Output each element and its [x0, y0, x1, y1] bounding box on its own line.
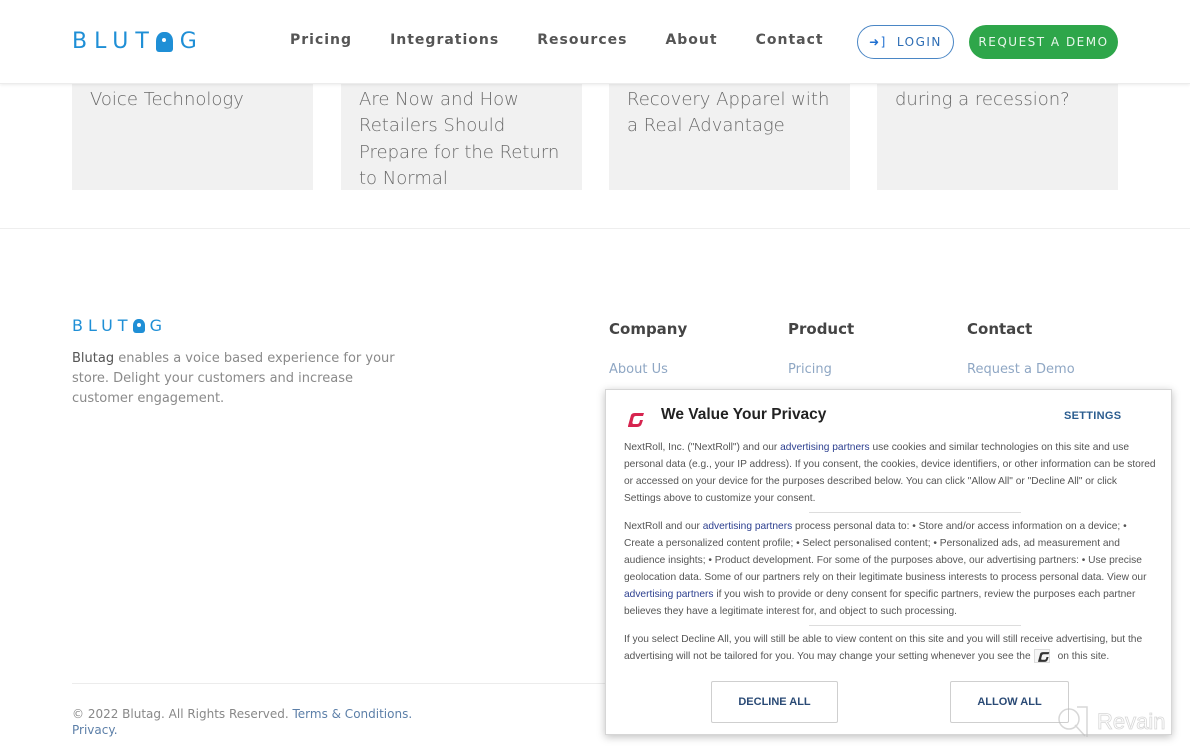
allow-all-button[interactable]: ALLOW ALL — [950, 681, 1069, 723]
separator — [809, 625, 1021, 626]
column-heading: Contact — [967, 320, 1033, 338]
footer-logo[interactable]: BLUT G — [72, 316, 167, 335]
footer-column-company: Company About Us — [609, 320, 687, 377]
copyright: © 2022 Blutag. All Rights Reserved. Term… — [72, 707, 413, 737]
consent-paragraph: NextRoll and our advertising partners pr… — [624, 521, 1147, 617]
footer-about: Blutag enables a voice based experience … — [72, 351, 395, 406]
revain-logo-icon — [1058, 706, 1088, 737]
nav-integrations[interactable]: Integrations — [390, 32, 499, 48]
column-heading: Product — [788, 320, 855, 338]
privacy-consent-dialog: We Value Your Privacy SETTINGS NextRoll,… — [605, 389, 1172, 735]
advertising-partners-link[interactable]: advertising partners — [703, 521, 792, 532]
nav-contact[interactable]: Contact — [756, 32, 824, 48]
tag-icon — [132, 318, 145, 333]
logo[interactable]: BLUT G — [72, 29, 204, 54]
consent-paragraph: NextRoll, Inc. ("NextRoll") and our adve… — [624, 442, 1156, 504]
advertising-partners-link[interactable]: advertising partners — [624, 589, 713, 600]
sign-in-icon: ➜] — [869, 35, 887, 49]
tag-icon — [155, 31, 173, 52]
separator — [809, 512, 1021, 513]
about-brand: Blutag — [72, 351, 115, 366]
link-request-demo[interactable]: Request a Demo — [967, 362, 1075, 377]
settings-link[interactable]: SETTINGS — [1064, 410, 1121, 422]
nav-resources[interactable]: Resources — [537, 32, 627, 48]
decline-all-button[interactable]: DECLINE ALL — [711, 681, 838, 723]
nextroll-logo-icon — [628, 413, 644, 427]
revain-watermark: Revain — [1055, 705, 1166, 739]
nav-about[interactable]: About — [665, 32, 717, 48]
link-about-us[interactable]: About Us — [609, 362, 687, 377]
footer-column-product: Product Pricing — [788, 320, 854, 377]
consent-title: We Value Your Privacy — [661, 406, 827, 423]
request-demo-button[interactable]: REQUEST A DEMO — [969, 25, 1118, 59]
main-nav: Pricing Integrations Resources About Con… — [290, 32, 824, 48]
nextroll-badge-icon — [1033, 649, 1050, 664]
link-pricing[interactable]: Pricing — [788, 362, 854, 377]
nav-pricing[interactable]: Pricing — [290, 32, 352, 48]
login-label: LOGIN — [896, 35, 942, 49]
privacy-link[interactable]: Privacy. — [72, 723, 118, 737]
column-heading: Company — [609, 320, 688, 338]
terms-link[interactable]: Terms & Conditions. — [292, 707, 412, 721]
advertising-partners-link[interactable]: advertising partners — [780, 442, 869, 453]
consent-paragraph: If you select Decline All, you will stil… — [624, 634, 1143, 664]
site-header: BLUT G Pricing Integrations Resources Abo… — [0, 0, 1190, 84]
footer-column-contact: Contact Request a Demo — [967, 320, 1075, 377]
section-divider — [0, 228, 1190, 229]
login-button[interactable]: ➜] LOGIN — [857, 25, 954, 59]
watermark-text: Revain — [1097, 709, 1166, 735]
